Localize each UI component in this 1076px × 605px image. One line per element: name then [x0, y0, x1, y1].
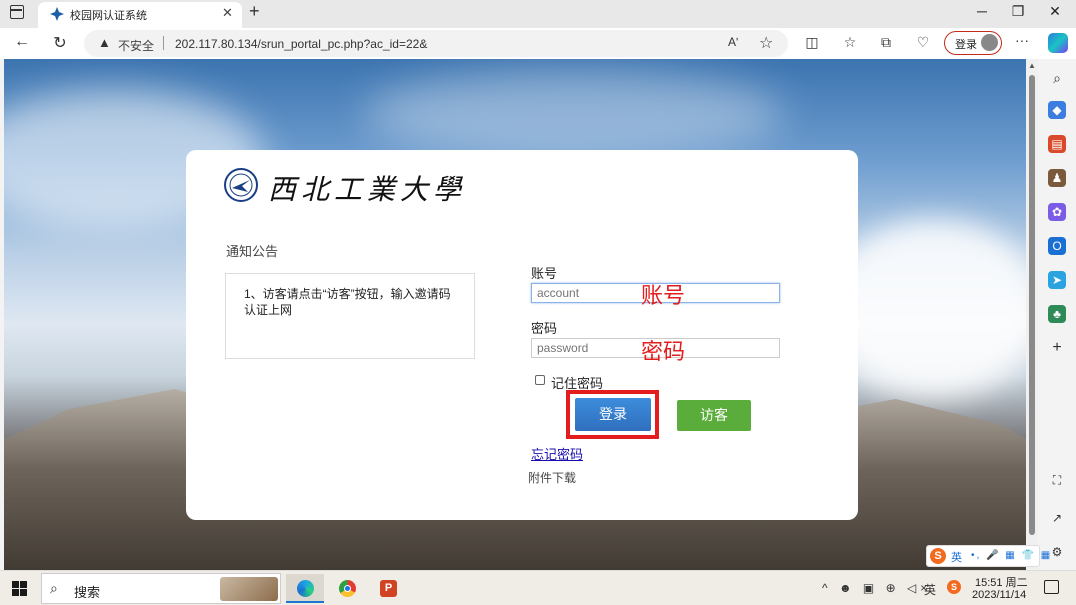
open-external-icon[interactable]: ↗ — [1048, 509, 1066, 527]
search-icon[interactable]: ⌕ — [1048, 69, 1066, 87]
guest-button[interactable]: 访客 — [677, 400, 751, 431]
password-annotation: 密码 — [641, 339, 686, 364]
university-logo-text: 西北工業大學 — [268, 173, 467, 206]
university-emblem-icon — [224, 168, 258, 202]
taskbar: ⌕ 搜索 P ^ ☻ ▣ ⊕ ◁× 英 S 15:51 周二 2023/11/1… — [0, 570, 1076, 605]
address-toolbar: ← ↻ ▲ 不安全 202.117.80.134/srun_portal_pc.… — [0, 28, 1076, 59]
tab-close-icon[interactable]: ✕ — [222, 5, 233, 21]
profile-signin-button[interactable]: 登录 — [944, 31, 1002, 55]
sogou-logo-icon[interactable]: S — [930, 548, 946, 564]
page-scrollbar[interactable]: ▲ ▼ — [1026, 59, 1038, 570]
collections-icon[interactable]: ⧉ — [876, 34, 896, 51]
login-card: 西北工業大學 通知公告 1、访客请点击“访客”按钮，输入邀请码认证上网 账号 账… — [186, 150, 858, 520]
games-icon[interactable]: ♟ — [1048, 169, 1066, 187]
shopping-tag-icon[interactable]: ◆ — [1048, 101, 1066, 119]
split-screen-icon[interactable]: ◫ — [802, 34, 822, 51]
read-aloud-icon[interactable]: Aʹ — [728, 35, 738, 49]
copilot-sidebar-icon[interactable]: ✿ — [1048, 203, 1066, 221]
sogou-tray-icon[interactable]: S — [947, 580, 961, 594]
password-label: 密码 — [531, 321, 558, 336]
new-tab-button[interactable]: + — [249, 1, 260, 22]
system-tray-icons[interactable]: ^ ☻ ▣ ⊕ ◁× — [822, 581, 931, 595]
scroll-up-icon[interactable]: ▲ — [1028, 61, 1036, 70]
warning-icon[interactable]: ▲ — [98, 35, 111, 50]
chrome-icon — [339, 580, 356, 597]
browser-essentials-icon[interactable]: ♡ — [913, 34, 933, 51]
account-label: 账号 — [531, 266, 558, 281]
refresh-icon[interactable]: ↻ — [50, 33, 70, 53]
signin-label: 登录 — [955, 39, 977, 51]
drop-icon[interactable]: ➤ — [1048, 271, 1066, 289]
add-icon[interactable]: + — [1048, 339, 1066, 357]
ime-language[interactable]: 英 — [951, 549, 962, 565]
edge-sidebar: ⌕ ◆ ▤ ♟ ✿ O ➤ ♣ + ⛶ ↗ ⚙ — [1040, 59, 1076, 570]
close-window-button[interactable]: ✕ — [1040, 3, 1070, 23]
tab-actions-icon[interactable] — [10, 5, 24, 19]
edge-taskbar-app[interactable] — [286, 574, 324, 603]
restore-button[interactable]: ❐ — [1003, 3, 1033, 23]
notice-box: 1、访客请点击“访客”按钮，输入邀请码认证上网 — [225, 273, 475, 359]
address-bar[interactable]: ▲ 不安全 202.117.80.134/srun_portal_pc.php?… — [84, 30, 788, 57]
remember-password-checkbox[interactable] — [535, 375, 545, 385]
minimize-button[interactable]: ─ — [967, 3, 997, 23]
powerpoint-taskbar-app[interactable]: P — [369, 574, 407, 603]
search-label: 搜索 — [74, 585, 101, 600]
background-cloud — [364, 69, 784, 159]
tab-title: 校园网认证系统 — [70, 10, 147, 22]
favorites-icon[interactable]: ☆ — [840, 34, 860, 51]
windows-start-icon[interactable] — [12, 581, 28, 597]
scroll-thumb[interactable] — [1029, 75, 1035, 535]
input-language[interactable]: 英 — [924, 581, 936, 598]
ime-tool-icons[interactable]: •, 🎤 ▦ 👕 ▦ — [971, 550, 1052, 561]
tree-icon[interactable]: ♣ — [1048, 305, 1066, 323]
insecure-label[interactable]: 不安全 — [118, 37, 154, 54]
tools-icon[interactable]: ▤ — [1048, 135, 1066, 153]
clock-date[interactable]: 2023/11/14 — [972, 589, 1026, 601]
tab-strip: 校园网认证系统 ✕ + ─ ❐ ✕ — [0, 0, 1076, 28]
search-highlight-image — [220, 577, 278, 601]
back-icon[interactable]: ← — [12, 33, 32, 51]
ime-toolbar[interactable]: S 英 •, 🎤 ▦ 👕 ▦ — [926, 545, 1050, 567]
copilot-icon[interactable] — [1048, 33, 1068, 53]
clock-time[interactable]: 15:51 周二 — [975, 574, 1028, 590]
notice-text: 1、访客请点击“访客”按钮，输入邀请码认证上网 — [244, 287, 451, 317]
url-text[interactable]: 202.117.80.134/srun_portal_pc.php?ac_id=… — [175, 37, 427, 51]
login-button[interactable]: 登录 — [575, 398, 651, 431]
account-annotation: 账号 — [641, 283, 686, 308]
notice-title: 通知公告 — [226, 244, 279, 259]
edge-icon — [297, 580, 314, 597]
search-icon: ⌕ — [50, 580, 58, 596]
site-favicon-icon — [50, 7, 64, 21]
taskbar-search[interactable]: ⌕ 搜索 — [41, 573, 281, 604]
notification-icon[interactable] — [1044, 580, 1059, 594]
outlook-icon[interactable]: O — [1048, 237, 1066, 255]
avatar — [981, 34, 998, 51]
screenshot-icon[interactable]: ⛶ — [1048, 471, 1066, 489]
divider — [163, 36, 164, 50]
attachment-download-link[interactable]: 附件下载 — [528, 469, 576, 486]
browser-tab[interactable]: 校园网认证系统 ✕ — [38, 2, 242, 28]
powerpoint-icon: P — [380, 580, 397, 597]
favorite-star-icon[interactable]: ☆ — [759, 33, 773, 53]
chrome-taskbar-app[interactable] — [328, 574, 366, 603]
forgot-password-link[interactable]: 忘记密码 — [531, 444, 583, 463]
more-menu-icon[interactable]: ··· — [1012, 32, 1032, 48]
